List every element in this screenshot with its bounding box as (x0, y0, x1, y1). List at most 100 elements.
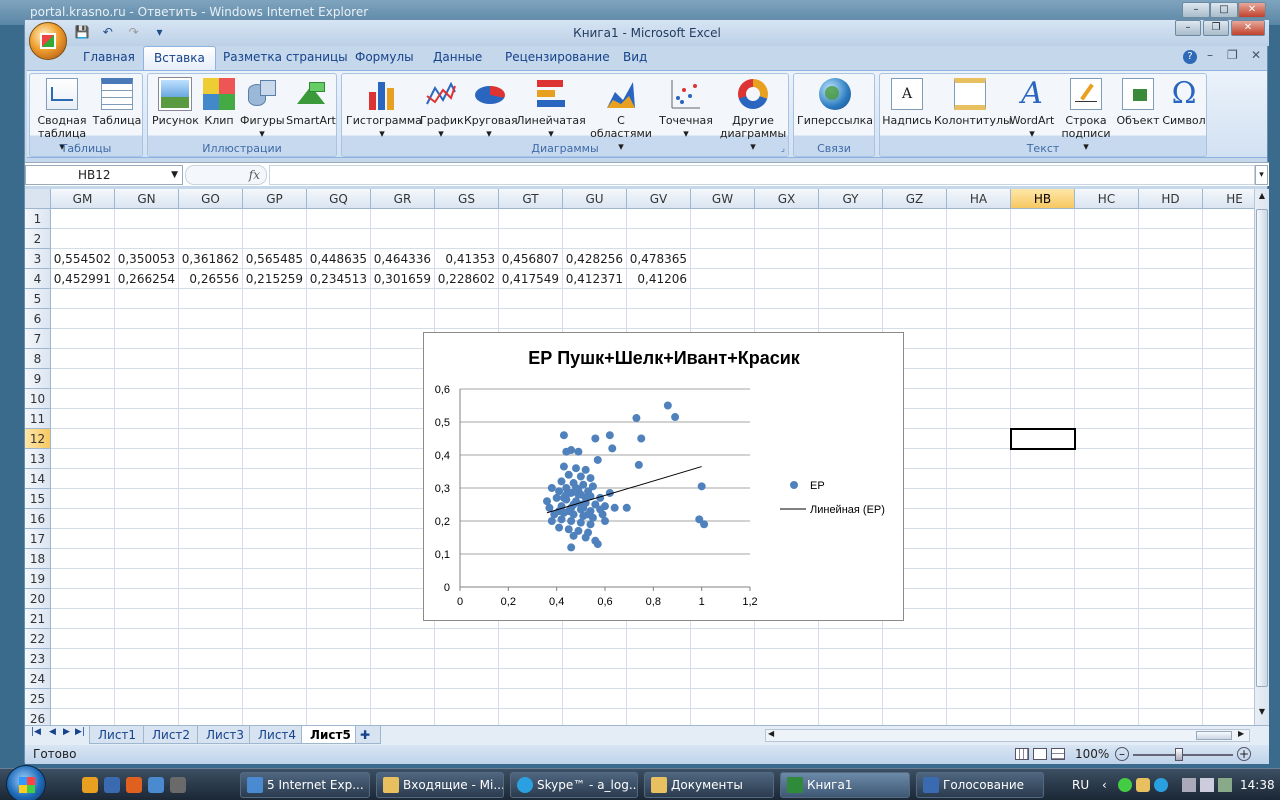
insert-sheet-icon[interactable]: ✚ (355, 726, 381, 744)
row-header-8[interactable]: 8 (25, 349, 51, 369)
column-chart-button[interactable]: Гистограмма ▾ (346, 78, 422, 140)
worksheet-grid[interactable]: GM GN GO GP GQ GR GS GT GU GV GW GX GY GZ HA HB HC HD HE 1… (25, 189, 1254, 725)
row-header-23[interactable]: 23 (25, 649, 51, 669)
task-skype[interactable]: Skype™ - a_log... (510, 772, 638, 798)
column-header-gs[interactable]: GS (435, 189, 499, 209)
cell-go4[interactable]: 0,26556 (179, 269, 243, 289)
cell-gq4[interactable]: 0,234513 (307, 269, 371, 289)
row-header-9[interactable]: 9 (25, 369, 51, 389)
customize-qat-icon[interactable]: ▾ (150, 25, 168, 41)
row-header-25[interactable]: 25 (25, 689, 51, 709)
charts-dialog-launcher-icon[interactable]: ⌟ (781, 144, 785, 154)
cell-gn4[interactable]: 0,266254 (115, 269, 179, 289)
cell-gu3[interactable]: 0,428256 (563, 249, 627, 269)
tab-insert[interactable]: Вставка (143, 46, 216, 70)
cell-gq3[interactable]: 0,448635 (307, 249, 371, 269)
vertical-scrollbar[interactable]: ▲ ▼ (1254, 189, 1269, 725)
column-header-gy[interactable]: GY (819, 189, 883, 209)
expand-formula-bar-icon[interactable]: ▾ (1255, 165, 1268, 185)
start-button[interactable] (6, 765, 46, 800)
sheet-tab-5[interactable]: Лист5 (301, 726, 360, 744)
textbox-button[interactable]: A Надпись (882, 78, 932, 127)
help-icon[interactable]: ? (1183, 50, 1197, 64)
cell-go3[interactable]: 0,361862 (179, 249, 243, 269)
column-header-gx[interactable]: GX (755, 189, 819, 209)
row-header-15[interactable]: 15 (25, 489, 51, 509)
hyperlink-button[interactable]: Гиперссылка (796, 78, 874, 127)
column-header-ha[interactable]: HA (947, 189, 1011, 209)
normal-view-icon[interactable] (1015, 748, 1029, 760)
row-header-7[interactable]: 7 (25, 329, 51, 349)
row-header-3[interactable]: 3 (25, 249, 51, 269)
workbook-close-icon[interactable]: ✕ (1251, 48, 1261, 62)
show-desktop-icon[interactable] (82, 777, 98, 793)
object-button[interactable]: Объект (1116, 78, 1160, 127)
excel-close-button[interactable]: ✕ (1231, 20, 1265, 36)
vertical-scroll-thumb[interactable] (1256, 209, 1268, 687)
ie-quicklaunch-icon[interactable] (148, 777, 164, 793)
horizontal-scrollbar[interactable]: ◀ ▶ (765, 729, 1250, 742)
symbol-button[interactable]: Ω Символ (1162, 78, 1206, 128)
column-header-gm[interactable]: GM (51, 189, 115, 209)
tray-power-icon[interactable] (1218, 778, 1232, 792)
scroll-right-icon[interactable]: ▶ (1238, 729, 1244, 738)
row-header-22[interactable]: 22 (25, 629, 51, 649)
row-header-21[interactable]: 21 (25, 609, 51, 629)
row-header-6[interactable]: 6 (25, 309, 51, 329)
redo-icon[interactable]: ↷ (125, 25, 143, 41)
cell-gm4[interactable]: 0,452991 (51, 269, 115, 289)
row-header-17[interactable]: 17 (25, 529, 51, 549)
zoom-in-icon[interactable]: + (1237, 747, 1251, 761)
picture-button[interactable]: Рисунок (152, 77, 199, 127)
zoom-level[interactable]: 100% (1075, 745, 1109, 764)
row-header-1[interactable]: 1 (25, 209, 51, 229)
sheet-tab-1[interactable]: Лист1 (89, 726, 146, 744)
cell-gs4[interactable]: 0,228602 (435, 269, 499, 289)
clock[interactable]: 14:38 (1240, 769, 1275, 800)
row-header-18[interactable]: 18 (25, 549, 51, 569)
cell-gp4[interactable]: 0,215259 (243, 269, 307, 289)
tray-network-icon[interactable] (1182, 778, 1196, 792)
scatter-chart-button[interactable]: Точечная ▾ (656, 78, 716, 140)
name-box-dropdown-icon[interactable]: ▼ (171, 166, 178, 184)
bar-chart-button[interactable]: Линейчатая ▾ (516, 78, 586, 140)
row-header-10[interactable]: 10 (25, 389, 51, 409)
ribbon-minimize-icon[interactable]: – (1207, 48, 1213, 62)
column-header-gw[interactable]: GW (691, 189, 755, 209)
tab-page-layout[interactable]: Разметка страницы (223, 50, 348, 64)
smartart-button[interactable]: SmartArt (286, 78, 336, 127)
sheet-nav-prev-icon[interactable]: ◀ (49, 727, 56, 737)
row-header-13[interactable]: 13 (25, 449, 51, 469)
sheet-nav-next-icon[interactable]: ▶ (63, 727, 70, 737)
task-excel-book1[interactable]: Книга1 (780, 772, 910, 798)
zoom-slider-thumb[interactable] (1175, 748, 1183, 761)
table-button[interactable]: Таблица (92, 78, 142, 127)
select-all-corner[interactable] (25, 189, 51, 209)
task-documents[interactable]: Документы (644, 772, 774, 798)
zoom-out-icon[interactable]: – (1115, 747, 1129, 761)
column-header-hd[interactable]: HD (1139, 189, 1203, 209)
column-header-gq[interactable]: GQ (307, 189, 371, 209)
task-voting[interactable]: Голосование (916, 772, 1044, 798)
row-header-26[interactable]: 26 (25, 709, 51, 725)
cell-gt4[interactable]: 0,417549 (499, 269, 563, 289)
wordart-button[interactable]: A WordArt ▾ (1008, 78, 1056, 141)
cell-gm3[interactable]: 0,554502 (51, 249, 115, 269)
name-box[interactable]: HB12 ▼ (25, 165, 183, 185)
row-header-24[interactable]: 24 (25, 669, 51, 689)
row-header-5[interactable]: 5 (25, 289, 51, 309)
tab-view[interactable]: Вид (623, 50, 647, 64)
line-chart-button[interactable]: График ▾ (420, 78, 464, 140)
cell-gv4[interactable]: 0,41206 (627, 269, 691, 289)
tray-expand-icon[interactable]: ‹ (1102, 769, 1107, 800)
cell-gv3[interactable]: 0,478365 (627, 249, 691, 269)
column-header-gz[interactable]: GZ (883, 189, 947, 209)
column-header-gp[interactable]: GP (243, 189, 307, 209)
horizontal-scroll-thumb[interactable] (1196, 731, 1232, 740)
quicklaunch-extra-icon[interactable] (170, 777, 186, 793)
pie-chart-button[interactable]: Круговая ▾ (464, 78, 518, 140)
column-header-gv[interactable]: GV (627, 189, 691, 209)
tray-mail-icon[interactable] (1136, 778, 1150, 792)
row-header-20[interactable]: 20 (25, 589, 51, 609)
row-header-2[interactable]: 2 (25, 229, 51, 249)
